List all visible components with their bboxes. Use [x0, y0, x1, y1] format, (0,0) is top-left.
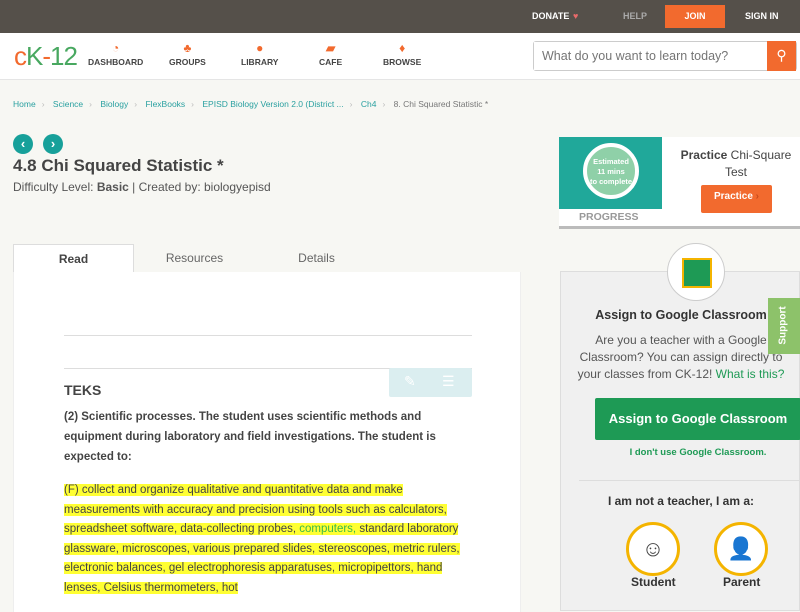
main-nav: cK-12 ◔ DASHBOARD ♣ GROUPS ● LIBRARY ▰ CAFE … — [0, 33, 800, 80]
search-button[interactable]: ⚲ — [767, 41, 796, 71]
section-heading: TEKS — [64, 382, 102, 398]
what-is-this-link[interactable]: What is this? — [716, 367, 785, 381]
google-classroom-icon — [667, 243, 725, 301]
heart-icon: ♥ — [573, 11, 579, 21]
practice-card: Estimated 11 mins to complete PROGRESS Pra… — [559, 137, 800, 229]
breadcrumb-chapter[interactable]: Ch4 — [361, 99, 377, 109]
dont-use-link[interactable]: I don't use Google Classroom. — [561, 447, 800, 458]
search-box: ⚲ — [533, 41, 797, 71]
student-label[interactable]: Student — [631, 575, 676, 589]
breadcrumb-biology[interactable]: Biology — [100, 99, 128, 109]
difficulty-line: Difficulty Level: Basic | Created by: bi… — [13, 180, 271, 194]
divider — [579, 480, 800, 481]
progress-label: PROGRESS — [579, 211, 639, 223]
teks-paragraph: (2) Scientific processes. The student us… — [64, 411, 436, 463]
breadcrumb-book[interactable]: EPISD Biology Version 2.0 (District ... — [202, 99, 343, 109]
prev-arrow-icon[interactable]: ‹ — [13, 134, 33, 154]
search-input[interactable] — [534, 42, 764, 70]
help-link[interactable]: HELP — [623, 11, 647, 21]
cafe-icon: ▰ — [325, 41, 336, 55]
parent-label[interactable]: Parent — [723, 575, 760, 589]
practice-button[interactable]: Practice › — [701, 185, 772, 213]
donate-link[interactable]: DONATE — [532, 11, 569, 21]
next-arrow-icon[interactable]: › — [43, 134, 63, 154]
chevron-right-icon: › — [755, 191, 760, 202]
gc-description: Are you a teacher with a Google Classroo… — [577, 333, 785, 381]
divider — [64, 335, 472, 336]
google-classroom-panel: Assign to Google Classroom Are you a tea… — [560, 271, 800, 611]
page-title: 4.8 Chi Squared Statistic * — [13, 156, 224, 175]
ck12-logo[interactable]: cK-12 — [14, 41, 78, 72]
tab-details[interactable]: Details — [256, 244, 377, 272]
library-icon: ● — [256, 41, 264, 55]
breadcrumb: Home › Science › Biology › FlexBooks › EPISD… — [13, 99, 489, 109]
tab-read[interactable]: Read — [13, 244, 134, 272]
breadcrumb-current: 8. Chi Squared Statistic * — [393, 99, 489, 109]
browse-icon: ♦ — [399, 41, 406, 55]
annotation-tools: ✎ ☰ — [389, 368, 472, 397]
estimate-circle: Estimated 11 mins to complete — [583, 143, 639, 199]
support-tab[interactable]: Support — [768, 298, 800, 354]
student-option[interactable]: ☺ — [626, 522, 680, 576]
parent-option[interactable]: 👤 — [714, 522, 768, 576]
gc-title: Assign to Google Classroom — [595, 308, 767, 322]
groups-icon: ♣ — [183, 41, 192, 55]
student-icon: ☺ — [641, 536, 665, 561]
top-bar: DONATE ♥ HELP JOIN SIGN IN — [0, 0, 800, 33]
nav-cafe[interactable]: ▰ CAFE — [319, 41, 342, 67]
dashboard-icon: ◔ — [112, 41, 120, 55]
sign-in-link[interactable]: SIGN IN — [745, 11, 779, 21]
assign-classroom-button[interactable]: Assign to Google Classroom — [595, 398, 800, 440]
parent-icon: 👤 — [727, 536, 755, 561]
nav-browse[interactable]: ♦ BROWSE — [383, 41, 421, 67]
progress-image: Estimated 11 mins to complete — [559, 137, 662, 209]
breadcrumb-science[interactable]: Science — [53, 99, 83, 109]
search-icon: ⚲ — [776, 47, 787, 63]
read-content: ✎ ☰ TEKS (2) Scientific processes. The s… — [13, 272, 521, 612]
not-teacher-label: I am not a teacher, I am a: — [607, 494, 755, 508]
pencil-icon[interactable]: ✎ — [404, 373, 416, 390]
join-button[interactable]: JOIN — [665, 5, 725, 28]
breadcrumb-flexbooks[interactable]: FlexBooks — [145, 99, 185, 109]
nav-groups[interactable]: ♣ GROUPS — [169, 41, 206, 67]
breadcrumb-home[interactable]: Home — [13, 99, 36, 109]
nav-dashboard[interactable]: ◔ DASHBOARD — [88, 41, 143, 67]
practice-title: Practice Chi-Square Test — [680, 148, 792, 179]
tab-resources[interactable]: Resources — [134, 244, 255, 272]
notes-icon[interactable]: ☰ — [442, 373, 455, 390]
highlighted-paragraph: (F) collect and organize qualitative and… — [64, 484, 460, 594]
nav-library[interactable]: ● LIBRARY — [241, 41, 278, 67]
computers-link[interactable]: computers, — [299, 523, 357, 536]
